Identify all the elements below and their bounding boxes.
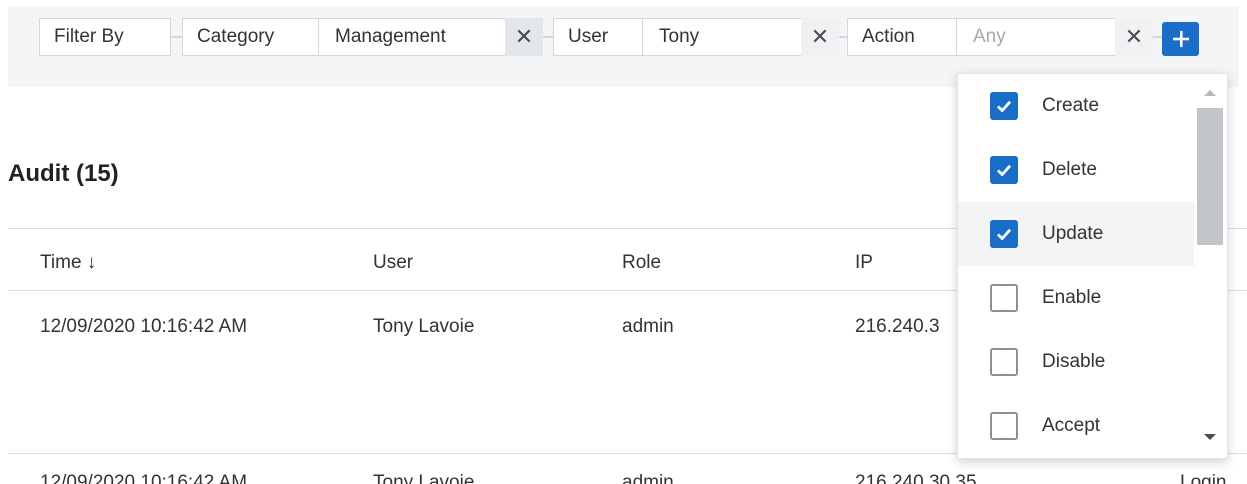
checkbox-unchecked[interactable] — [990, 284, 1018, 312]
option-delete[interactable]: Delete — [958, 138, 1194, 202]
checkbox-unchecked[interactable] — [990, 412, 1018, 440]
column-header-time[interactable]: Time ↓ — [40, 252, 96, 274]
category-filter-label[interactable]: Category — [182, 18, 319, 56]
cell-action: Login — [1180, 472, 1227, 484]
action-filter-input[interactable]: Any — [956, 18, 1116, 56]
option-enable[interactable]: Enable — [958, 266, 1194, 330]
cell-user: Tony Lavoie — [373, 472, 475, 484]
checkbox-checked[interactable] — [990, 220, 1018, 248]
option-accept[interactable]: Accept — [958, 394, 1194, 458]
checkbox-unchecked[interactable] — [990, 348, 1018, 376]
user-filter-label[interactable]: User — [553, 18, 643, 56]
column-header-role[interactable]: Role — [622, 252, 661, 274]
user-filter-value[interactable]: Tony — [642, 18, 802, 56]
plus-icon — [1172, 31, 1189, 47]
page-title: Audit (15) — [8, 160, 119, 187]
close-icon: ✕ — [810, 24, 830, 49]
column-header-user[interactable]: User — [373, 252, 413, 274]
column-header-ip[interactable]: IP — [855, 252, 873, 274]
check-icon — [997, 164, 1012, 177]
option-label: Update — [1042, 223, 1104, 244]
option-label: Accept — [1042, 415, 1101, 436]
option-create[interactable]: Create — [958, 74, 1194, 138]
scroll-down-arrow-icon[interactable] — [1204, 434, 1216, 440]
cell-time: 12/09/2020 10:16:42 AM — [40, 316, 248, 337]
close-icon: ✕ — [514, 24, 534, 49]
check-icon — [997, 228, 1012, 241]
cell-user: Tony Lavoie — [373, 316, 475, 337]
cell-ip: 216.240.3 — [855, 316, 940, 337]
checkbox-checked[interactable] — [990, 156, 1018, 184]
option-label: Create — [1042, 95, 1100, 116]
action-filter-label[interactable]: Action — [847, 18, 957, 56]
cell-role: admin — [622, 316, 674, 337]
close-icon: ✕ — [1124, 24, 1144, 49]
scroll-up-arrow-icon[interactable] — [1204, 90, 1216, 96]
option-label: Disable — [1042, 351, 1106, 372]
add-filter-button[interactable] — [1162, 22, 1199, 56]
check-icon — [997, 100, 1012, 113]
filter-by-label: Filter By — [39, 18, 171, 56]
cell-time: 12/09/2020 10:16:42 AM — [40, 472, 248, 484]
action-filter-placeholder: Any — [973, 26, 1006, 47]
option-disable[interactable]: Disable — [958, 330, 1194, 394]
option-label: Delete — [1042, 159, 1097, 180]
remove-category-filter-button[interactable]: ✕ — [505, 18, 543, 56]
scrollbar-thumb[interactable] — [1197, 108, 1223, 245]
checkbox-checked[interactable] — [990, 92, 1018, 120]
remove-action-filter-button[interactable]: ✕ — [1115, 18, 1153, 56]
cell-ip: 216.240.30.35 — [855, 472, 977, 484]
category-filter-value[interactable]: Management — [318, 18, 506, 56]
cell-role: admin — [622, 472, 674, 484]
option-label: Enable — [1042, 287, 1102, 308]
remove-user-filter-button[interactable]: ✕ — [801, 18, 839, 56]
action-options-dropdown: Create Delete Update Enable Disable Acce… — [957, 73, 1228, 459]
option-update[interactable]: Update — [958, 202, 1194, 266]
